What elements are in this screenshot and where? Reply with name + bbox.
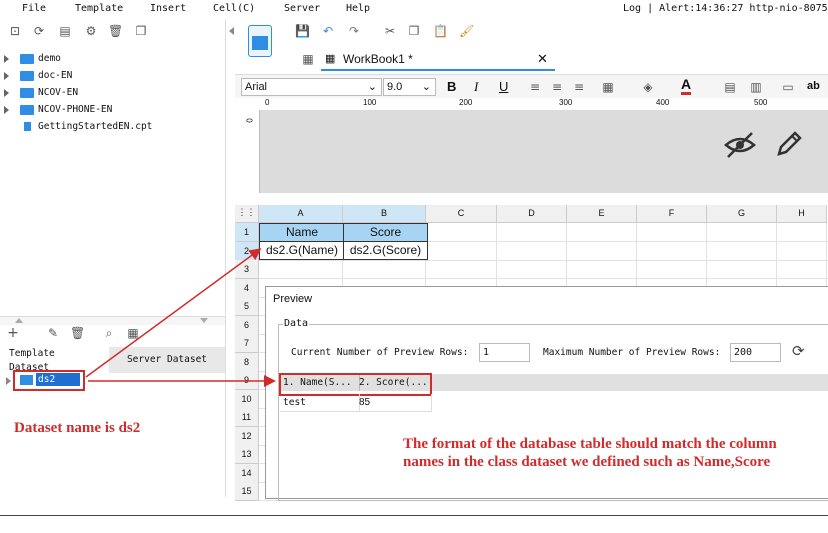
annotation-arrows [85,248,276,387]
bottom-divider [0,515,828,516]
arrow-to-cell [85,248,262,378]
